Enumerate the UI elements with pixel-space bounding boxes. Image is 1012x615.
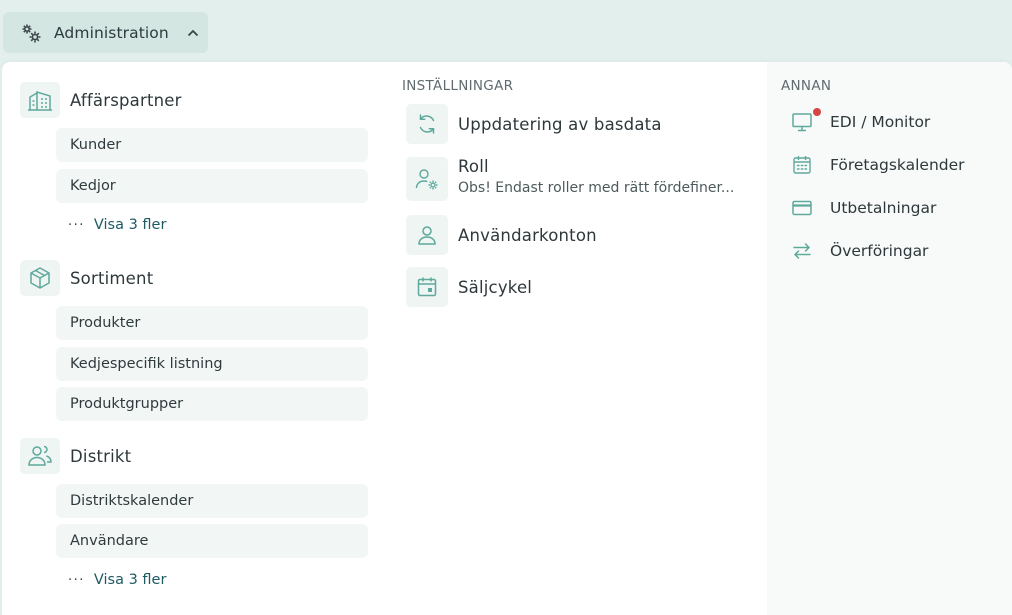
credit-card-icon bbox=[790, 196, 814, 220]
menu-item-produkter[interactable]: Produkter bbox=[56, 306, 368, 340]
menu-item-label: EDI / Monitor bbox=[830, 113, 931, 131]
gears-icon bbox=[19, 21, 43, 45]
menu-item-kunder[interactable]: Kunder bbox=[56, 128, 368, 162]
administration-label: Administration bbox=[54, 23, 169, 42]
menu-item-utbetalningar[interactable]: Utbetalningar bbox=[790, 196, 936, 220]
section-affarspartner[interactable]: Affärspartner bbox=[20, 82, 182, 118]
section-title: Affärspartner bbox=[70, 90, 182, 110]
menu-item-title: Uppdatering av basdata bbox=[458, 114, 662, 134]
menu-item-kedjor[interactable]: Kedjor bbox=[56, 169, 368, 203]
users-icon bbox=[20, 438, 60, 474]
user-icon bbox=[406, 215, 448, 255]
monitor-icon bbox=[790, 108, 821, 134]
menu-item-description: Obs! Endast roller med rätt fördefiner..… bbox=[458, 180, 735, 196]
section-title: Sortiment bbox=[70, 268, 154, 288]
menu-item-foretagskalender[interactable]: Företagskalender bbox=[790, 153, 965, 177]
box-icon bbox=[20, 260, 60, 296]
menu-item-title: Användarkonton bbox=[458, 225, 597, 245]
menu-item-label: Överföringar bbox=[830, 242, 929, 260]
notification-badge bbox=[813, 108, 821, 116]
refresh-icon bbox=[406, 104, 448, 144]
menu-item-roll[interactable]: Roll Obs! Endast roller med rätt fördefi… bbox=[406, 157, 734, 201]
transfer-icon bbox=[790, 239, 814, 263]
menu-item-kedjespecifik-listning[interactable]: Kedjespecifik listning bbox=[56, 347, 368, 381]
menu-item-saljcykel[interactable]: Säljcykel bbox=[406, 267, 532, 307]
other-column bbox=[767, 62, 1012, 615]
menu-item-edi-monitor[interactable]: EDI / Monitor bbox=[790, 108, 931, 134]
section-sortiment[interactable]: Sortiment bbox=[20, 260, 153, 296]
calendar-day-icon bbox=[406, 267, 448, 307]
calendar-icon bbox=[790, 153, 814, 177]
other-heading: ANNAN bbox=[781, 78, 832, 94]
show-more-link[interactable]: ··· Visa 3 fler bbox=[68, 217, 166, 233]
user-gear-icon bbox=[406, 157, 448, 201]
ellipsis-icon: ··· bbox=[68, 217, 85, 233]
show-more-label: Visa 3 fler bbox=[93, 217, 167, 233]
section-title: Distrikt bbox=[70, 446, 132, 466]
menu-item-anvandarkonton[interactable]: Användarkonton bbox=[406, 215, 597, 255]
settings-heading: INSTÄLLNINGAR bbox=[402, 78, 514, 94]
building-icon bbox=[20, 82, 60, 118]
show-more-link[interactable]: ··· Visa 3 fler bbox=[68, 572, 166, 588]
show-more-label: Visa 3 fler bbox=[93, 572, 167, 588]
menu-item-title: Roll bbox=[458, 157, 489, 176]
menu-item-overforingar[interactable]: Överföringar bbox=[790, 239, 928, 263]
menu-item-label: Företagskalender bbox=[830, 156, 965, 174]
menu-item-title: Säljcykel bbox=[458, 277, 533, 297]
chevron-up-icon bbox=[186, 26, 200, 40]
menu-item-produktgrupper[interactable]: Produktgrupper bbox=[56, 387, 368, 421]
section-distrikt[interactable]: Distrikt bbox=[20, 438, 131, 474]
ellipsis-icon: ··· bbox=[68, 572, 85, 588]
administration-menu-button[interactable]: Administration bbox=[3, 12, 208, 53]
menu-item-uppdatering-av-basdata[interactable]: Uppdatering av basdata bbox=[406, 104, 662, 144]
menu-item-distriktskalender[interactable]: Distriktskalender bbox=[56, 484, 368, 518]
menu-item-anvandare[interactable]: Användare bbox=[56, 524, 368, 558]
menu-item-label: Utbetalningar bbox=[830, 199, 937, 217]
administration-dropdown-panel: Affärspartner Kunder Kedjor ··· Visa 3 f… bbox=[2, 62, 1012, 615]
